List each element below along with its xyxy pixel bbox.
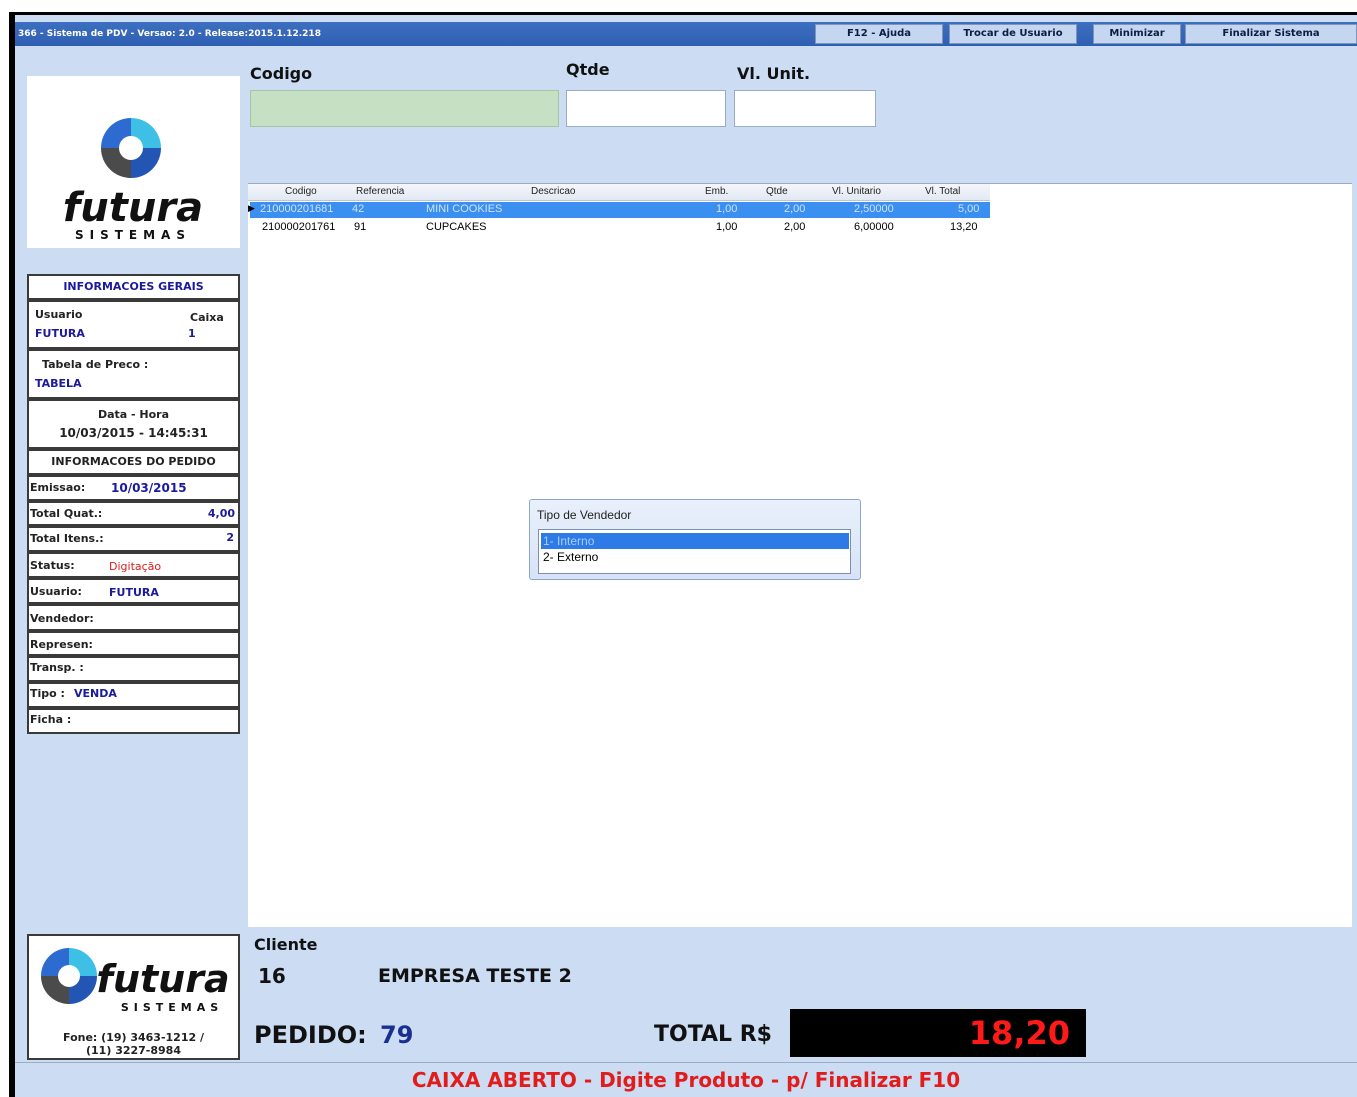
switch-user-button[interactable]: Trocar de Usuario <box>949 24 1077 44</box>
futura-logo-small-icon: futura SISTEMAS <box>41 948 230 1014</box>
info-gerais-header: INFORMACOES GERAIS <box>27 274 240 300</box>
tipo-row: Tipo : VENDA <box>27 682 240 708</box>
product-entry: Codigo Qtde Vl. Unit. <box>248 49 1352 183</box>
cliente-id: 16 <box>258 964 286 988</box>
codigo-input[interactable] <box>250 90 559 127</box>
grid-header: Codigo Referencia Descricao Emb. Qtde Vl… <box>248 184 990 201</box>
vlunit-label: Vl. Unit. <box>737 64 811 83</box>
pedido-label: PEDIDO: <box>254 1021 367 1049</box>
row-pointer-icon: ▶ <box>248 203 255 213</box>
option-externo[interactable]: 2- Externo <box>541 549 849 565</box>
screen: 366 - Sistema de PDV - Versao: 2.0 - Rel… <box>0 0 1357 1097</box>
user-box: Usuario FUTURA Caixa 1 <box>27 300 240 349</box>
title-bar: 366 - Sistema de PDV - Versao: 2.0 - Rel… <box>15 22 1357 46</box>
cliente-name: EMPRESA TESTE 2 <box>378 965 572 987</box>
qtde-input[interactable] <box>566 90 726 127</box>
transp-row: Transp. : <box>27 656 240 682</box>
close-system-button[interactable]: Finalizar Sistema <box>1185 24 1357 44</box>
total-display: 18,20 <box>790 1009 1086 1057</box>
phone-line-1: Fone: (19) 3463-1212 / <box>63 1031 204 1044</box>
help-button[interactable]: F12 - Ajuda <box>815 24 943 44</box>
total-itens-row: Total Itens.: 2 <box>27 526 240 552</box>
seller-type-list[interactable]: 1- Interno 2- Externo <box>538 529 851 574</box>
qtde-label: Qtde <box>566 60 610 79</box>
price-table-box: Tabela de Preco : TABELA <box>27 349 240 399</box>
total-quat-row: Total Quat.: 4,00 <box>27 501 240 526</box>
usuario-row: Usuario: FUTURA <box>27 578 240 604</box>
cliente-label: Cliente <box>254 935 318 954</box>
logo-sub: SISTEMAS <box>75 228 191 242</box>
logo: futura SISTEMAS <box>27 76 240 248</box>
svg-text:futura: futura <box>96 957 229 1001</box>
svg-text:SISTEMAS: SISTEMAS <box>121 1001 223 1014</box>
total-label: TOTAL R$ <box>654 1022 772 1047</box>
pdv-window: 366 - Sistema de PDV - Versao: 2.0 - Rel… <box>9 12 1357 1097</box>
option-interno[interactable]: 1- Interno <box>541 533 849 549</box>
minimize-button[interactable]: Minimizar <box>1093 24 1181 44</box>
datetime-box: Data - Hora 10/03/2015 - 14:45:31 <box>27 399 240 449</box>
ficha-row: Ficha : <box>27 708 240 734</box>
seller-type-dialog: Tipo de Vendedor 1- Interno 2- Externo <box>529 499 861 580</box>
phone-line-2: (11) 3227-8984 <box>86 1044 181 1057</box>
logo-brand: futura <box>63 185 203 231</box>
dialog-title: Tipo de Vendedor <box>537 508 632 522</box>
window-title: 366 - Sistema de PDV - Versao: 2.0 - Rel… <box>18 29 321 39</box>
codigo-label: Codigo <box>250 64 313 83</box>
info-pedido-header: INFORMACOES DO PEDIDO <box>27 449 240 475</box>
table-row[interactable]: ▶ 210000201681 42 MINI COOKIES 1,00 2,00… <box>248 202 990 218</box>
bottom-logo: futura SISTEMAS Fone: (19) 3463-1212 / (… <box>27 934 240 1060</box>
status-bar: CAIXA ABERTO - Digite Produto - p/ Final… <box>15 1062 1357 1097</box>
status-row: Status: Digitação <box>27 552 240 578</box>
futura-logo-icon: futura SISTEMAS <box>63 118 203 242</box>
left-panel: futura SISTEMAS INFORMACOES GERAIS Usuar… <box>21 49 241 1069</box>
represen-row: Represen: <box>27 631 240 656</box>
pedido-number: 79 <box>380 1021 414 1049</box>
vendedor-row: Vendedor: <box>27 604 240 631</box>
vlunit-input[interactable] <box>734 90 876 127</box>
client-area: Cliente 16 EMPRESA TESTE 2 PEDIDO: 79 TO… <box>248 928 1352 1062</box>
emissao-row: Emissao: 10/03/2015 <box>27 475 240 501</box>
table-row[interactable]: 210000201761 91 CUPCAKES 1,00 2,00 6,000… <box>250 220 990 236</box>
